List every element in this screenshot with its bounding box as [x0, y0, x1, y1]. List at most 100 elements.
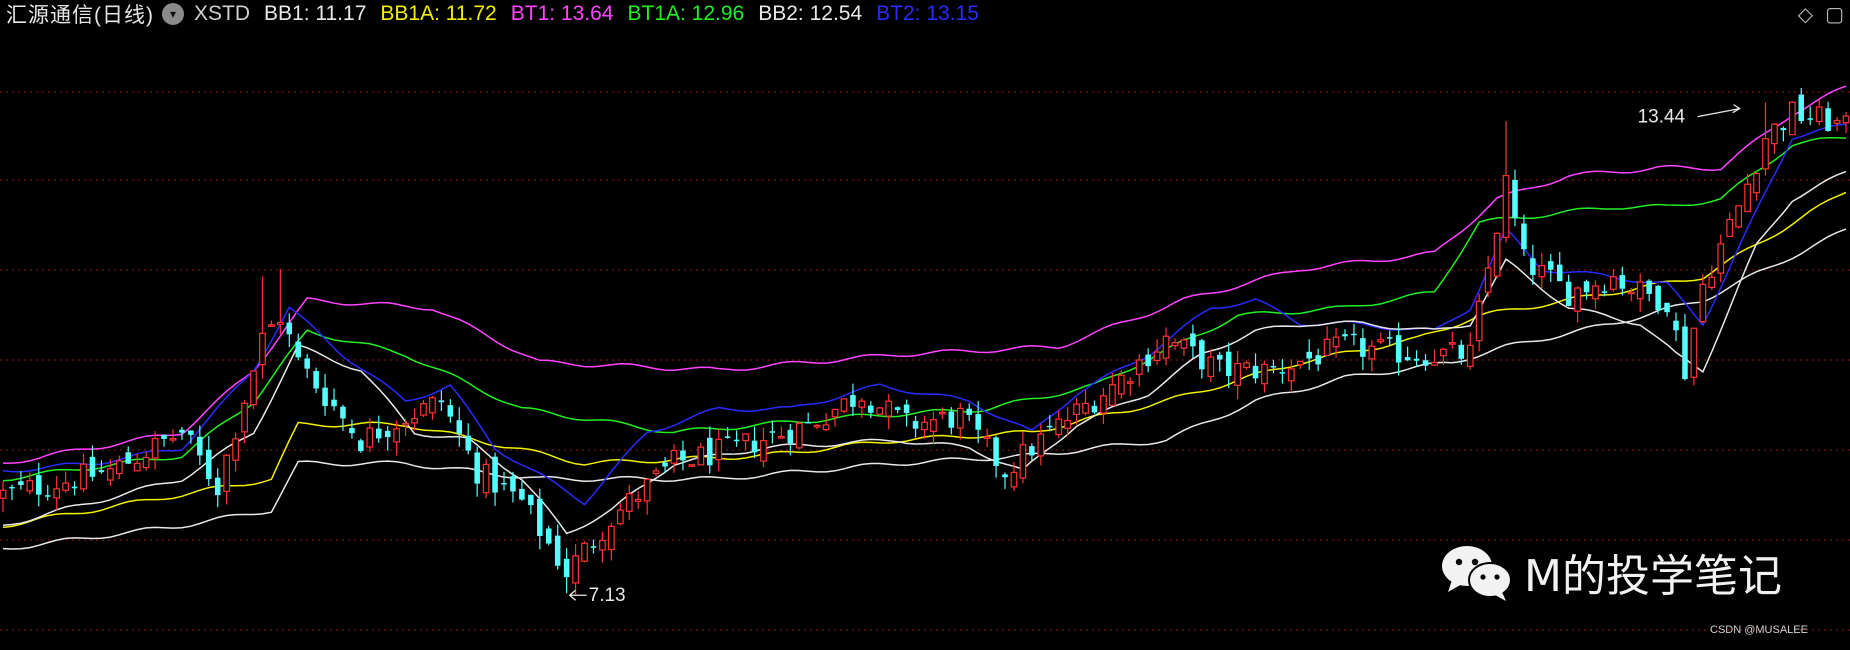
candle-body [161, 434, 167, 439]
candle-body [885, 400, 893, 417]
candle-body [652, 470, 660, 475]
candle [1216, 351, 1223, 372]
candle-body [1162, 335, 1170, 359]
indicator-value-bt1a: BT1A: 12.96 [627, 2, 745, 25]
candle-body [1055, 418, 1063, 436]
candle-body [1073, 403, 1080, 415]
candle [680, 440, 686, 471]
candle-body [1046, 425, 1053, 428]
candle [420, 399, 427, 417]
square-icon[interactable]: ▢ [1825, 2, 1844, 27]
candle-body [1135, 359, 1143, 375]
candle-body [402, 422, 409, 426]
chart-window: 13.44 7.13 汇源通信(日线) ▾ XSTD BB1: 11.17 BB1A… [0, 0, 1850, 650]
candle [777, 426, 785, 439]
candle-body [1664, 302, 1670, 313]
candle [1484, 255, 1492, 298]
candle [1565, 274, 1572, 307]
candle [1386, 330, 1393, 346]
candle [1342, 329, 1348, 341]
candle [286, 313, 293, 348]
candle-body [62, 482, 69, 491]
window-controls: ◇ ▢ [1798, 2, 1844, 27]
candle [1243, 360, 1250, 370]
candle-body [447, 405, 454, 417]
candle [1234, 351, 1242, 400]
candle-body [1574, 287, 1581, 312]
candle [634, 491, 642, 510]
candle-body [1690, 327, 1698, 378]
candle-body [411, 418, 418, 424]
candle [1807, 106, 1813, 126]
candle [1171, 338, 1179, 350]
candle-body [858, 400, 866, 408]
candle [1833, 117, 1841, 132]
indicator-value-bt1: BT1: 13.64 [510, 2, 614, 25]
indicator-header: 汇源通信(日线) ▾ XSTD BB1: 11.17 BB1A: 11.72 BT1… [0, 0, 1850, 28]
annotation-arrow [568, 589, 587, 601]
annotation-arrow [1697, 104, 1741, 118]
candle [1655, 284, 1661, 315]
candle-body [1431, 361, 1438, 366]
candle-body [1252, 365, 1259, 379]
candle-body [876, 407, 884, 415]
candle [1261, 360, 1268, 393]
candle [1556, 252, 1563, 282]
candle [1135, 354, 1143, 387]
candle-body [545, 528, 552, 544]
candle-body [1753, 172, 1760, 194]
candle [581, 541, 588, 563]
candle [707, 426, 713, 474]
candle-body [1002, 474, 1008, 478]
candle-body [1126, 381, 1134, 384]
candle [232, 432, 239, 472]
candle-body [554, 535, 561, 566]
candle [688, 464, 696, 468]
candle-body [625, 493, 633, 512]
candle [1306, 339, 1312, 370]
candle [1771, 123, 1778, 154]
candle-body [205, 449, 212, 480]
candle [840, 398, 848, 414]
candle [1538, 252, 1546, 289]
candle-body [1422, 360, 1429, 366]
candle [912, 415, 919, 438]
candle [465, 423, 471, 455]
candle-body [1323, 338, 1331, 356]
candle [652, 467, 660, 477]
candle [1636, 273, 1644, 312]
candle-body [1153, 351, 1161, 362]
chevron-down-icon[interactable]: ▾ [162, 3, 184, 25]
candle-body [1010, 471, 1018, 488]
candle [554, 524, 561, 570]
candle-body [1592, 285, 1599, 300]
candle-body [1744, 183, 1751, 213]
candle-body [1448, 342, 1456, 345]
candle-body [429, 397, 436, 414]
candle-body [179, 429, 185, 433]
candle-body [1458, 344, 1465, 359]
candle-body [1466, 344, 1474, 367]
candle-body [1636, 281, 1644, 300]
candle [1252, 353, 1259, 384]
candle-body [36, 475, 42, 495]
candle [358, 438, 364, 453]
diamond-icon[interactable]: ◇ [1798, 2, 1813, 27]
candle [142, 451, 150, 471]
candle-body [366, 427, 374, 448]
candle-body [1601, 291, 1608, 293]
candle-body [1270, 366, 1277, 368]
candle-body [276, 321, 284, 325]
candle-body [71, 486, 78, 489]
candle-body [241, 402, 248, 433]
stock-title: 汇源通信(日线) [6, 4, 154, 27]
candle [1825, 101, 1831, 132]
candle [528, 494, 534, 515]
candle-body [599, 540, 606, 551]
candle [0, 481, 7, 513]
candle-body [850, 395, 856, 407]
candle [250, 370, 257, 410]
candle [1690, 327, 1698, 386]
candle [447, 399, 454, 423]
candle [876, 406, 884, 415]
